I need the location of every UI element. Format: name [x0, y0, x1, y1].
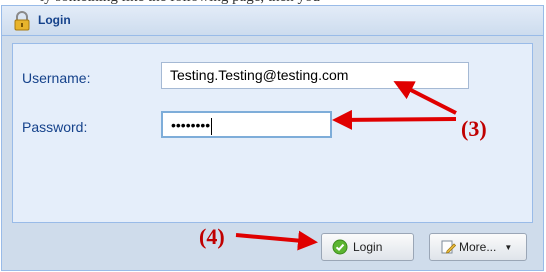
username-value: Testing.Testing@testing.com [170, 67, 349, 83]
text-caret [211, 117, 213, 135]
check-circle-icon [332, 239, 348, 255]
more-button-label: More... [459, 240, 497, 254]
annotation-step-3: (3) [461, 116, 487, 141]
login-button-label: Login [353, 240, 383, 254]
more-button[interactable]: More... ▼ [429, 233, 527, 261]
password-label: Password: [22, 119, 88, 135]
username-field[interactable]: Testing.Testing@testing.com [161, 62, 469, 89]
document-edit-icon [441, 240, 456, 254]
lock-icon [14, 11, 30, 31]
password-mask: •••••••• [171, 117, 211, 133]
password-field[interactable]: •••••••• [161, 111, 332, 138]
username-label: Username: [22, 70, 91, 86]
chevron-down-icon: ▼ [504, 242, 513, 252]
annotation-step-4: (4) [199, 224, 225, 249]
form-panel: Username: Testing.Testing@testing.com Pa… [12, 43, 533, 223]
window-titlebar: Login [2, 6, 543, 36]
window-title: Login [38, 13, 71, 27]
login-button[interactable]: Login [321, 233, 414, 261]
